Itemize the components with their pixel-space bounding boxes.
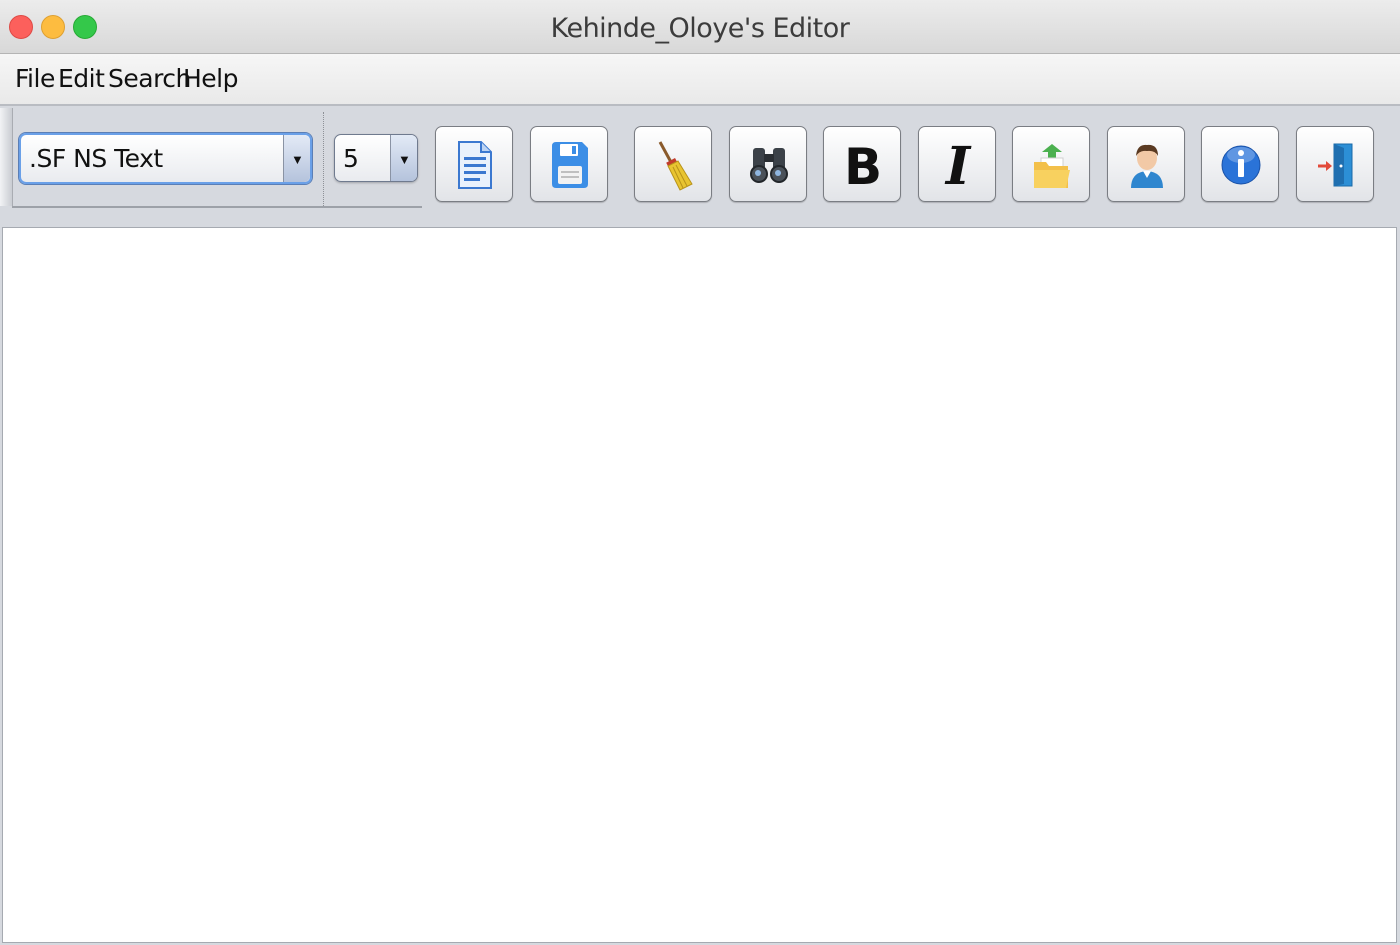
binoculars-search-icon bbox=[750, 148, 788, 183]
clear-button[interactable] bbox=[634, 126, 712, 202]
new-document-icon bbox=[458, 141, 492, 189]
toolbar: .SF NS Text ▼ 5 ▼ B I bbox=[0, 106, 1400, 226]
font-size-select[interactable]: 5 ▼ bbox=[334, 134, 418, 182]
toolbar-drag-handle[interactable] bbox=[0, 108, 13, 206]
broom-clear-icon bbox=[658, 141, 693, 191]
font-size-dropdown-arrow[interactable]: ▼ bbox=[390, 135, 417, 181]
exit-button[interactable] bbox=[1296, 126, 1374, 202]
editor-text-area[interactable] bbox=[2, 227, 1397, 943]
find-button[interactable] bbox=[729, 126, 807, 202]
info-icon bbox=[1221, 145, 1261, 185]
svg-text:B: B bbox=[844, 140, 882, 190]
bold-icon: B bbox=[844, 140, 882, 190]
font-family-dropdown-arrow[interactable]: ▼ bbox=[283, 135, 310, 182]
font-family-select[interactable]: .SF NS Text ▼ bbox=[19, 133, 312, 184]
menu-bar: File Edit Search Help bbox=[0, 54, 1400, 106]
menu-file[interactable]: File bbox=[15, 64, 55, 93]
save-button[interactable] bbox=[530, 126, 608, 202]
menu-edit[interactable]: Edit bbox=[58, 64, 105, 93]
italic-icon: I bbox=[944, 140, 972, 190]
info-button[interactable] bbox=[1201, 126, 1279, 202]
menu-search[interactable]: Search bbox=[108, 64, 191, 93]
chevron-down-icon: ▼ bbox=[291, 152, 304, 167]
window-title: Kehinde_Oloye's Editor bbox=[550, 13, 850, 44]
svg-text:I: I bbox=[944, 140, 972, 190]
menu-help[interactable]: Help bbox=[183, 64, 239, 93]
font-size-value: 5 bbox=[343, 144, 359, 173]
font-family-value: .SF NS Text bbox=[29, 144, 163, 173]
save-floppy-icon bbox=[552, 142, 588, 188]
user-icon bbox=[1131, 144, 1163, 188]
new-document-button[interactable] bbox=[435, 126, 513, 202]
open-file-button[interactable] bbox=[1012, 126, 1090, 202]
exit-door-icon bbox=[1318, 143, 1353, 187]
open-folder-icon bbox=[1034, 144, 1070, 188]
toolbar-separator bbox=[323, 112, 324, 206]
bold-button[interactable]: B bbox=[823, 126, 901, 202]
italic-button[interactable]: I bbox=[918, 126, 996, 202]
chevron-down-icon: ▼ bbox=[398, 152, 411, 167]
title-bar: Kehinde_Oloye's Editor bbox=[0, 0, 1400, 54]
user-button[interactable] bbox=[1107, 126, 1185, 202]
toolbar-divider bbox=[12, 206, 422, 208]
